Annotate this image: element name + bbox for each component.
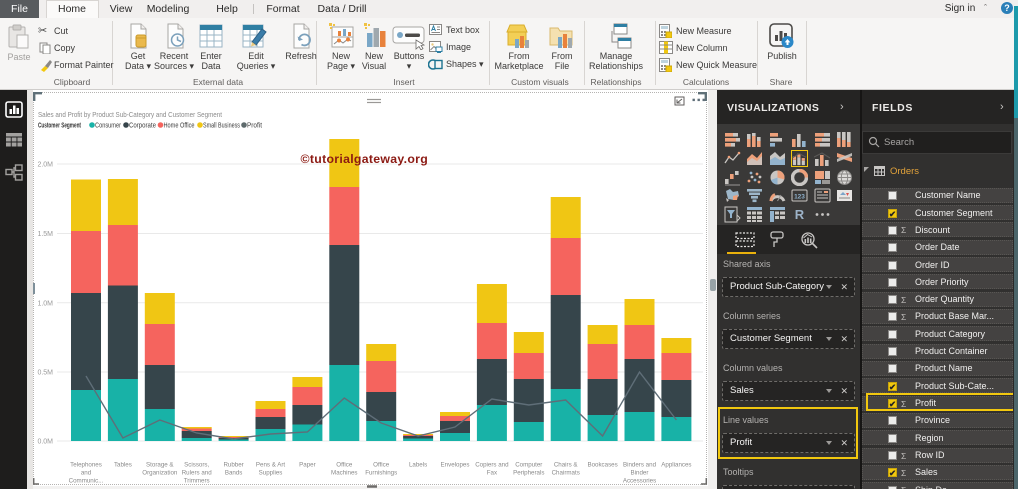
svg-text:Bookcases: Bookcases xyxy=(587,462,617,469)
svg-text:Organization: Organization xyxy=(142,470,178,477)
svg-text:0.5M: 0.5M xyxy=(37,370,53,377)
svg-text:Peripherals: Peripherals xyxy=(513,470,544,477)
svg-text:Binder: Binder xyxy=(631,470,649,477)
svg-text:Supplies: Supplies xyxy=(259,470,283,477)
svg-text:123: 123 xyxy=(794,194,805,201)
svg-text:Storage &: Storage & xyxy=(146,462,174,469)
svg-text:Accessories: Accessories xyxy=(623,478,656,485)
svg-text:Machines: Machines xyxy=(331,470,357,477)
svg-text:Office: Office xyxy=(336,462,353,469)
svg-text:and: and xyxy=(81,470,92,477)
svg-text:Copiers and: Copiers and xyxy=(475,462,509,469)
svg-text:Furnishings: Furnishings xyxy=(365,470,397,477)
svg-text:Computer: Computer xyxy=(515,462,542,469)
svg-text:1.5M: 1.5M xyxy=(37,231,53,238)
svg-text:Rubber: Rubber xyxy=(223,462,243,469)
svg-text:Scissors,: Scissors, xyxy=(184,462,209,469)
svg-text:0.0M: 0.0M xyxy=(37,439,53,446)
svg-text:Sales and Profit by Product Su: Sales and Profit by Product Sub-Category… xyxy=(38,110,222,119)
svg-text:R: R xyxy=(795,207,805,222)
svg-text:1.0M: 1.0M xyxy=(37,300,53,307)
svg-text:Paper: Paper xyxy=(299,462,316,469)
svg-text:Binders and: Binders and xyxy=(623,462,657,469)
svg-text:Chairs &: Chairs & xyxy=(554,462,579,469)
svg-text:Telephones: Telephones xyxy=(70,462,102,469)
svg-text:Chairmats: Chairmats xyxy=(552,470,580,477)
svg-text:Communic...: Communic... xyxy=(69,478,104,485)
svg-text:Labels: Labels xyxy=(409,462,427,469)
svg-text:©tutorialgateway.org: ©tutorialgateway.org xyxy=(301,152,429,166)
svg-text:Envelopes: Envelopes xyxy=(441,462,470,469)
svg-text:Pens & Art: Pens & Art xyxy=(256,462,286,469)
svg-text:Trimmers: Trimmers xyxy=(184,478,210,485)
svg-text:Profit: Profit xyxy=(247,123,262,130)
svg-text:Small Business: Small Business xyxy=(203,123,240,130)
svg-text:Corporate: Corporate xyxy=(129,123,156,130)
svg-text:Rulers and: Rulers and xyxy=(182,470,212,477)
svg-text:2.0M: 2.0M xyxy=(37,162,53,169)
svg-text:Home Office: Home Office xyxy=(164,123,195,130)
svg-text:Tables: Tables xyxy=(114,462,132,469)
svg-text:Consumer: Consumer xyxy=(95,123,122,130)
svg-text:Customer Segment: Customer Segment xyxy=(38,123,81,130)
svg-text:Office: Office xyxy=(373,462,390,469)
svg-text:Appliances: Appliances xyxy=(661,462,691,469)
svg-text:Fax: Fax xyxy=(487,470,498,477)
svg-text:Bands: Bands xyxy=(225,470,243,477)
